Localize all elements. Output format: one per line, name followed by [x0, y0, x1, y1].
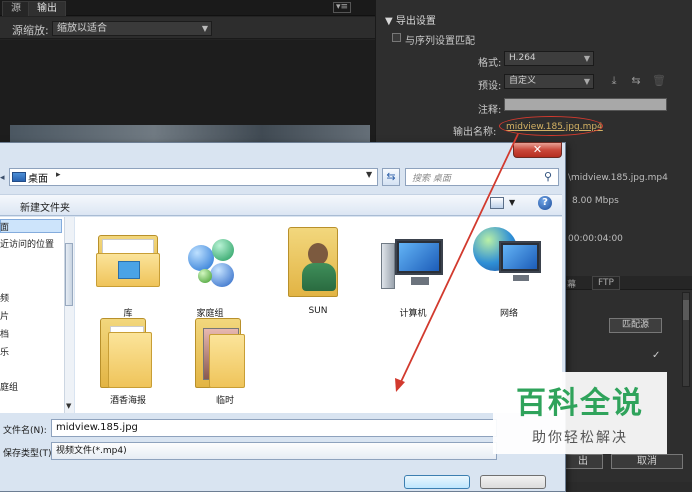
- import-preset-icon[interactable]: ⇆: [630, 75, 642, 87]
- panel-menu-icon[interactable]: ▾≡: [333, 2, 351, 13]
- address-location[interactable]: 桌面: [28, 170, 48, 185]
- back-arrow-icon[interactable]: ◂: [0, 170, 9, 186]
- watermark-subtitle: 助你轻松解决: [532, 430, 628, 446]
- save-preset-icon[interactable]: ⤓: [608, 75, 620, 87]
- nav-item-desktop[interactable]: [0, 219, 62, 233]
- list-item[interactable]: 网络: [469, 225, 549, 320]
- tab-partial[interactable]: 幕: [567, 277, 576, 290]
- item-label: 酒香海报: [109, 396, 146, 406]
- match-source-button[interactable]: 匹配源: [609, 318, 662, 333]
- format-select[interactable]: H.264 ▼: [504, 51, 594, 66]
- format-label: 格式:: [478, 58, 502, 69]
- close-icon[interactable]: ✕: [513, 142, 562, 158]
- preset-select[interactable]: 自定义 ▼: [504, 74, 594, 89]
- filename-field[interactable]: midview.185.jpg: [51, 419, 497, 437]
- tab-source[interactable]: 源: [2, 1, 30, 16]
- tab-ftp[interactable]: FTP: [592, 276, 620, 290]
- scroll-down-icon[interactable]: ▼: [66, 402, 71, 410]
- format-value: H.264: [509, 53, 536, 63]
- breadcrumb-chevron-icon[interactable]: ▸: [56, 170, 61, 180]
- item-label: SUN: [308, 306, 328, 316]
- filename-label: 文件名(N):: [3, 426, 47, 436]
- chevron-down-icon: ▼: [583, 77, 590, 86]
- summary-output-path: \midview.185.jpg.mp4: [568, 173, 668, 183]
- list-item[interactable]: 临时: [185, 312, 265, 407]
- checkmark-icon[interactable]: ✓: [652, 351, 662, 361]
- nav-item-video[interactable]: 视频: [0, 291, 9, 304]
- dialog-toolbar: [0, 194, 562, 216]
- preset-label: 预设:: [478, 81, 502, 92]
- summary-duration: 00:00:04:00: [568, 234, 623, 244]
- scrollbar-thumb[interactable]: [683, 300, 689, 320]
- annotation-ellipse: [499, 116, 603, 136]
- nav-item-recent[interactable]: 最近访问的位置: [0, 237, 54, 250]
- export-settings-title[interactable]: ▼ 导出设置: [385, 12, 436, 27]
- address-bar[interactable]: [9, 168, 378, 186]
- organize-button[interactable]: [0, 196, 7, 211]
- chevron-down-icon[interactable]: ▼: [366, 170, 372, 179]
- desktop-icon: [12, 172, 26, 182]
- filetype-select[interactable]: 视频文件(*.mp4): [51, 442, 497, 460]
- new-folder-button[interactable]: 新建文件夹: [20, 199, 70, 214]
- source-scale-label: 源缩放:: [12, 24, 49, 37]
- match-sequence-checkbox[interactable]: [392, 33, 401, 42]
- preset-value: 自定义: [509, 76, 537, 86]
- watermark-title: 百科全说: [516, 386, 644, 421]
- chevron-down-icon: ▼: [583, 54, 590, 63]
- list-item[interactable]: 家庭组: [170, 225, 250, 320]
- export-button[interactable]: 出: [563, 454, 603, 469]
- search-icon[interactable]: ⚲: [544, 170, 552, 183]
- scrollbar-thumb[interactable]: [65, 243, 73, 306]
- item-label: 网络: [499, 309, 518, 319]
- dialog-cancel-button[interactable]: [480, 475, 546, 489]
- nav-item-documents[interactable]: 文档: [0, 327, 9, 340]
- settings-tab-bar: [565, 276, 692, 290]
- chevron-down-icon[interactable]: ▼: [509, 198, 515, 207]
- comment-input[interactable]: [504, 98, 667, 111]
- refresh-icon[interactable]: ⇆: [382, 168, 400, 186]
- chevron-down-icon: ▼: [201, 24, 208, 33]
- item-label: 临时: [215, 396, 234, 406]
- list-item[interactable]: 库: [88, 225, 168, 320]
- view-options-icon[interactable]: [490, 197, 504, 209]
- help-icon[interactable]: ?: [538, 196, 552, 210]
- nav-item-desktop-label: 桌面: [0, 223, 10, 233]
- list-item[interactable]: 酒香海报: [88, 312, 168, 407]
- save-button[interactable]: [404, 475, 470, 489]
- source-scale-value: 缩放以适合: [57, 23, 107, 34]
- filetype-label: 保存类型(T):: [3, 449, 55, 459]
- source-scale-select[interactable]: 缩放以适合 ▼: [52, 21, 212, 36]
- comment-label: 注释:: [478, 105, 502, 116]
- nav-item-pictures[interactable]: 图片: [0, 309, 9, 322]
- match-sequence-label: 与序列设置匹配: [405, 36, 475, 47]
- summary-bitrate: 8.00 Mbps: [572, 196, 619, 206]
- item-label: 计算机: [399, 309, 427, 319]
- tab-output[interactable]: 输出: [28, 1, 66, 16]
- nav-item-music[interactable]: 音乐: [0, 345, 9, 358]
- search-placeholder: 搜索 桌面: [412, 174, 451, 184]
- list-item[interactable]: 计算机: [373, 225, 453, 320]
- list-item[interactable]: SUN: [278, 225, 358, 320]
- delete-preset-icon[interactable]: 🗑: [652, 75, 666, 87]
- output-name-label: 输出名称:: [453, 127, 497, 138]
- cancel-button[interactable]: 取消: [611, 454, 683, 469]
- nav-item-homegroup[interactable]: 家庭组: [0, 380, 18, 393]
